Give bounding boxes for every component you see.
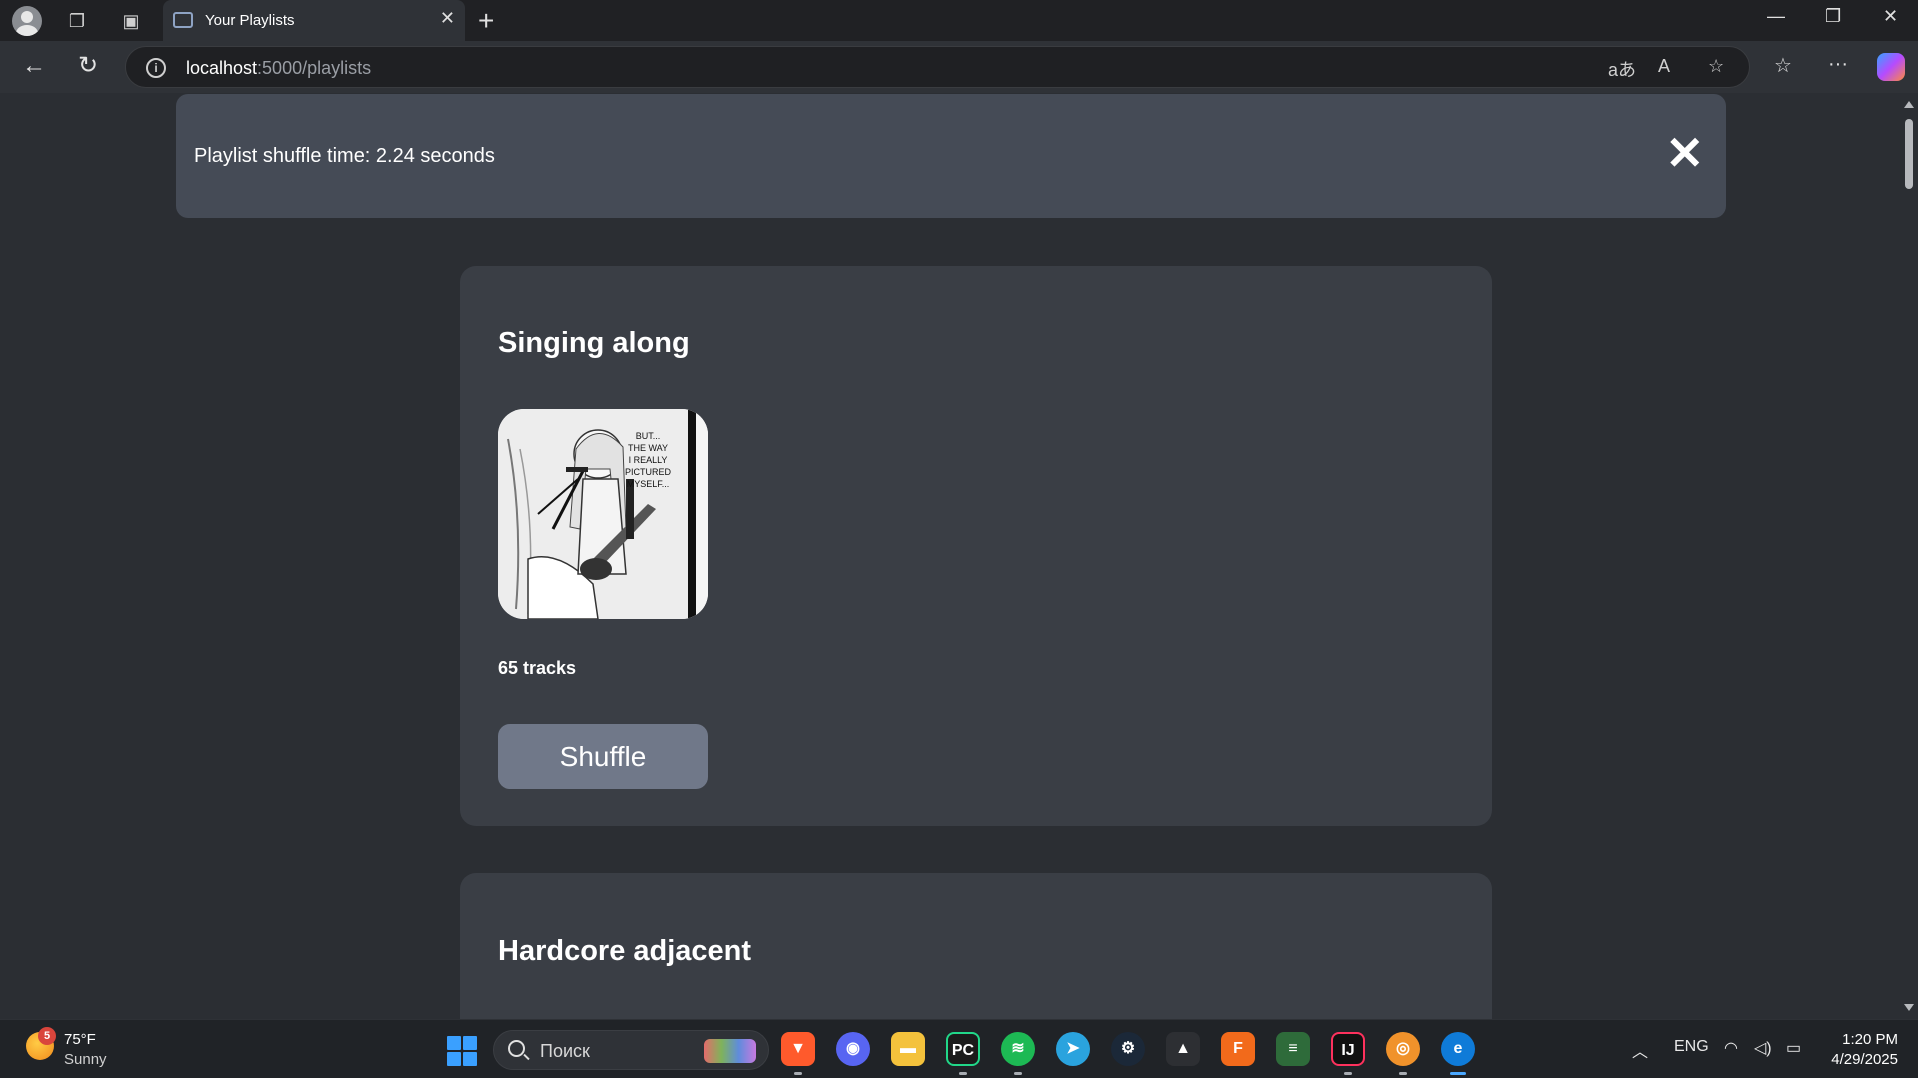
- clock-date[interactable]: 4/29/2025: [1818, 1051, 1898, 1068]
- intellij-icon[interactable]: IJ: [1331, 1032, 1365, 1066]
- spotify-icon[interactable]: ≋: [1001, 1032, 1035, 1066]
- steam-icon[interactable]: ⚙: [1111, 1032, 1145, 1066]
- playlist-title: Singing along: [498, 327, 690, 359]
- running-indicator: [1399, 1072, 1407, 1075]
- tab-your-playlists[interactable]: Your Playlists ✕: [163, 0, 465, 41]
- weather-sun-icon[interactable]: 5: [26, 1027, 56, 1060]
- minimize-icon[interactable]: —: [1767, 6, 1785, 27]
- window-close-icon[interactable]: ✕: [1883, 6, 1898, 27]
- brave-browser-icon[interactable]: ▼: [781, 1032, 815, 1066]
- vertical-tabs-icon[interactable]: ▣: [118, 8, 144, 34]
- weather-temperature[interactable]: 75°F: [64, 1031, 96, 1048]
- scroll-up-arrow-icon[interactable]: [1904, 101, 1914, 108]
- browser-toolbar: ← ↻ i localhost:5000/playlists aあ A ☆ ☆ …: [0, 41, 1918, 93]
- playlist-cover-image[interactable]: BUT... THE WAY I REALLY PICTURED MYSELF.…: [498, 409, 708, 619]
- clock-time[interactable]: 1:20 PM: [1828, 1031, 1898, 1048]
- edge-browser-icon[interactable]: e: [1441, 1032, 1475, 1066]
- running-indicator: [794, 1072, 802, 1075]
- blender-icon[interactable]: ◎: [1386, 1032, 1420, 1066]
- search-icon: [508, 1040, 525, 1057]
- language-indicator[interactable]: ENG: [1674, 1038, 1709, 1056]
- playlist-title: Hardcore adjacent: [498, 935, 752, 967]
- browser-tab-strip: ❐ ▣ Your Playlists ✕ + — ❐ ✕: [0, 0, 1918, 41]
- layers-app-icon[interactable]: ≡: [1276, 1032, 1310, 1066]
- taskbar: 5 75°F Sunny Поиск ▼ ◉ ▬ PC ≋ ➤ ⚙ ▲ F ≡ …: [0, 1019, 1918, 1078]
- weather-condition[interactable]: Sunny: [64, 1051, 107, 1068]
- taskbar-search[interactable]: Поиск: [493, 1030, 769, 1070]
- shuffle-notification: Playlist shuffle time: 2.24 seconds ✕: [176, 94, 1726, 218]
- playlist-card: Hardcore adjacent: [460, 873, 1492, 1019]
- svg-text:MYSELF...: MYSELF...: [627, 479, 670, 489]
- file-explorer-icon[interactable]: ▬: [891, 1032, 925, 1066]
- volume-icon[interactable]: ◁): [1754, 1038, 1772, 1058]
- url-path: :5000/playlists: [257, 58, 372, 78]
- running-indicator: [1344, 1072, 1352, 1075]
- tray-overflow-chevron-icon[interactable]: ︿: [1632, 1038, 1648, 1062]
- scrollbar-thumb[interactable]: [1905, 119, 1913, 189]
- url-host: localhost: [186, 58, 258, 78]
- svg-text:THE WAY: THE WAY: [628, 443, 668, 453]
- favorite-star-icon[interactable]: ☆: [1708, 56, 1724, 77]
- svg-text:PICTURED: PICTURED: [625, 467, 672, 477]
- search-highlight-icon: [704, 1039, 756, 1063]
- notification-close-icon[interactable]: ✕: [1665, 130, 1704, 176]
- page-scrollbar[interactable]: [1900, 93, 1918, 1019]
- windows-start-icon[interactable]: [447, 1036, 477, 1066]
- weather-badge: 5: [38, 1027, 56, 1045]
- search-placeholder: Поиск: [540, 1041, 590, 1061]
- restore-icon[interactable]: ❐: [1825, 6, 1841, 27]
- translate-icon[interactable]: aあ: [1608, 56, 1636, 82]
- tab-close-icon[interactable]: ✕: [440, 8, 455, 29]
- read-aloud-icon[interactable]: A: [1658, 56, 1670, 77]
- page-viewport: Playlist shuffle time: 2.24 seconds ✕ Si…: [0, 93, 1918, 1019]
- playlist-card: Singing along BUT... THE WAY I REALLY PI…: [460, 266, 1492, 826]
- more-options-icon[interactable]: ···: [1828, 53, 1848, 76]
- active-indicator: [1450, 1072, 1466, 1075]
- shuffle-button[interactable]: Shuffle: [498, 724, 708, 789]
- address-bar[interactable]: i localhost:5000/playlists aあ A ☆: [125, 46, 1750, 88]
- svg-text:BUT...: BUT...: [636, 431, 661, 441]
- workspaces-icon[interactable]: ❐: [64, 8, 90, 34]
- fl-studio-icon[interactable]: F: [1221, 1032, 1255, 1066]
- back-arrow-icon[interactable]: ←: [22, 51, 46, 81]
- notification-message: Playlist shuffle time: 2.24 seconds: [194, 145, 495, 167]
- battery-icon[interactable]: ▭: [1786, 1038, 1801, 1058]
- cover-illustration: BUT... THE WAY I REALLY PICTURED MYSELF.…: [498, 409, 708, 619]
- url-text[interactable]: localhost:5000/playlists: [186, 58, 371, 79]
- wifi-icon[interactable]: ◠: [1724, 1038, 1738, 1058]
- site-info-icon[interactable]: i: [146, 58, 166, 78]
- telegram-icon[interactable]: ➤: [1056, 1032, 1090, 1066]
- tab-title: Your Playlists: [205, 12, 295, 29]
- svg-text:I REALLY: I REALLY: [629, 455, 668, 465]
- profile-avatar-icon[interactable]: [12, 6, 42, 36]
- page-favicon-icon: [173, 12, 193, 28]
- refresh-icon[interactable]: ↻: [78, 51, 98, 81]
- favorites-list-icon[interactable]: ☆: [1774, 53, 1792, 78]
- running-indicator: [1014, 1072, 1022, 1075]
- running-indicator: [959, 1072, 967, 1075]
- copilot-icon[interactable]: [1877, 53, 1905, 81]
- inkscape-icon[interactable]: ▲: [1166, 1032, 1200, 1066]
- scroll-down-arrow-icon[interactable]: [1904, 1004, 1914, 1011]
- discord-icon[interactable]: ◉: [836, 1032, 870, 1066]
- pycharm-icon[interactable]: PC: [946, 1032, 980, 1066]
- track-count: 65 tracks: [498, 658, 577, 678]
- new-tab-icon[interactable]: +: [478, 5, 494, 37]
